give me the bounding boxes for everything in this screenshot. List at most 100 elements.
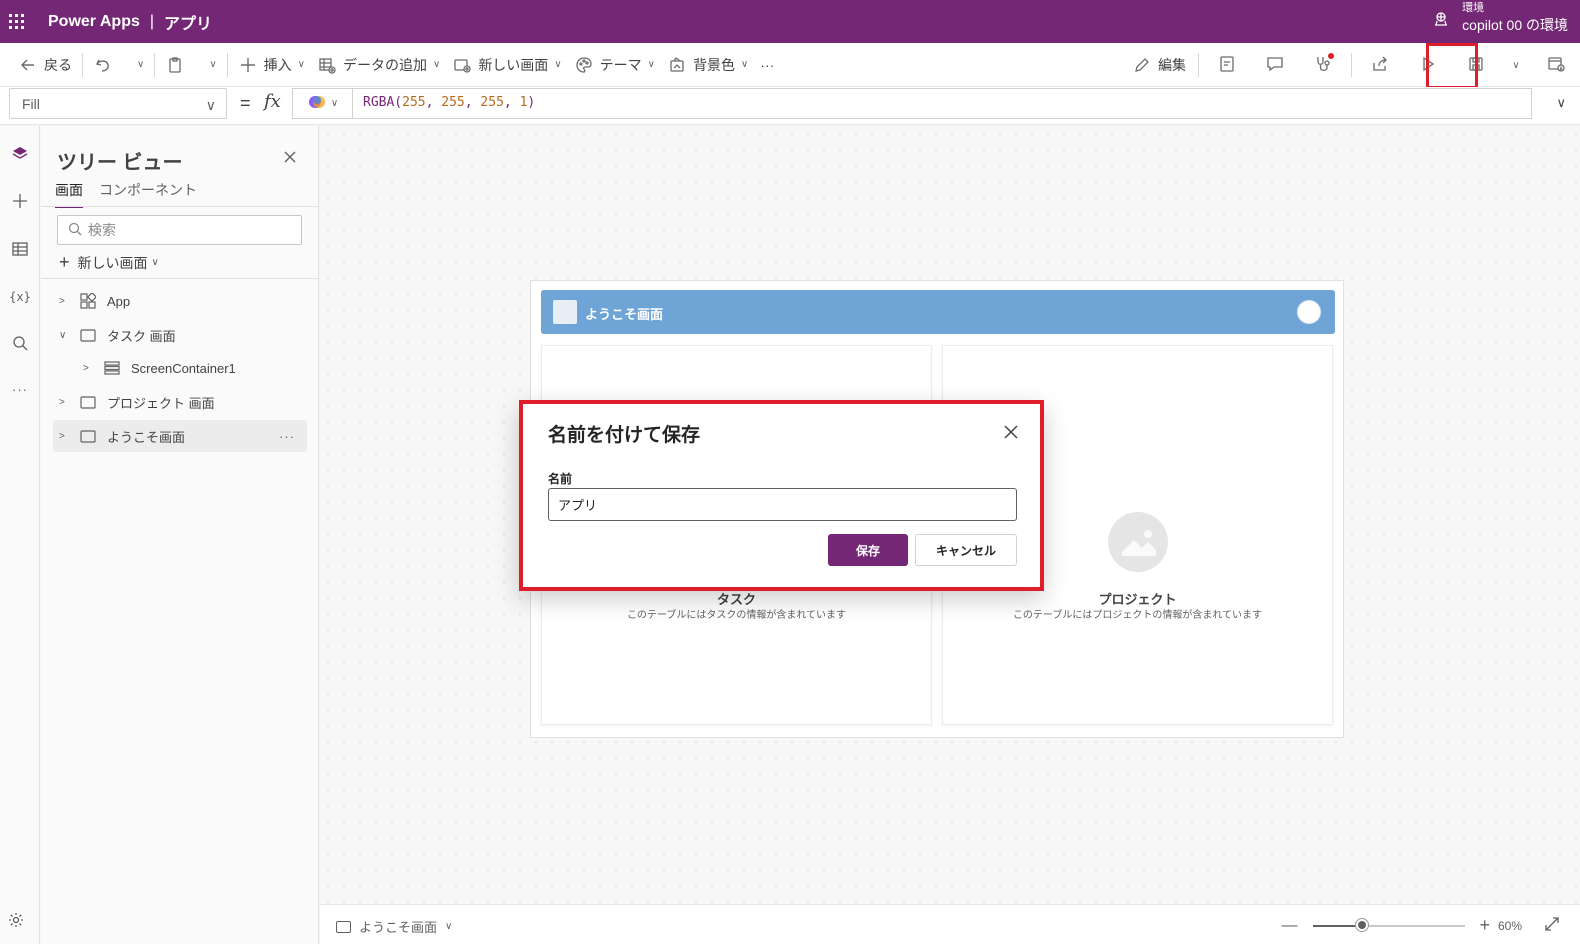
undo-icon <box>93 55 113 75</box>
back-button[interactable]: 戻る <box>12 49 78 81</box>
chevron-down-icon: ∨ <box>740 59 749 70</box>
comments-button[interactable] <box>1251 43 1299 87</box>
add-data-button[interactable]: データの追加 ∨ <box>311 49 446 81</box>
brand-name[interactable]: Power Apps <box>48 13 140 31</box>
paste-button[interactable] <box>159 49 197 81</box>
undo-dropdown[interactable]: ∨ <box>125 49 150 81</box>
edit-button[interactable]: 編集 <box>1126 49 1194 81</box>
command-bar-right: 編集 ∨ <box>1126 43 1580 87</box>
back-arrow-icon <box>18 55 38 75</box>
name-field-label: 名前 <box>548 472 573 486</box>
chevron-down-icon: ∨ <box>137 59 145 70</box>
paste-dropdown[interactable]: ∨ <box>197 49 222 81</box>
more-rail-button[interactable]: ··· <box>0 371 40 407</box>
theme-button[interactable]: テーマ ∨ <box>568 49 661 81</box>
tree-search-input[interactable]: 検索 <box>57 215 302 245</box>
divider <box>82 52 83 77</box>
table-icon <box>12 241 28 260</box>
zoom-out-icon[interactable]: — <box>1281 917 1297 935</box>
formula-input[interactable]: ∨ RGBA(255, 255, 255, 1) <box>292 88 1532 119</box>
more-icon: ··· <box>760 56 775 73</box>
slider-thumb[interactable] <box>1356 918 1369 931</box>
tree-node-screencontainer[interactable]: > ScreenContainer1 <box>53 352 307 384</box>
new-screen-button[interactable]: 新しい画面 ∨ <box>446 49 567 81</box>
health-monitor-button[interactable] <box>1299 43 1347 87</box>
search-rail-button[interactable] <box>0 326 40 362</box>
name-field[interactable] <box>548 488 1017 521</box>
card-description: このテーブルにはプロジェクトの情報が含まれています <box>1012 610 1263 621</box>
image-placeholder-icon <box>553 300 577 324</box>
environment-picker[interactable]: 環境 copilot 00 の環境 <box>1432 2 1568 36</box>
close-icon[interactable] <box>1001 422 1021 442</box>
layers-icon <box>11 144 29 165</box>
back-label: 戻る <box>44 56 72 73</box>
insert-button[interactable]: 挿入 ∨ <box>232 49 311 81</box>
tree-node-task-screen[interactable]: ∨ タスク 画面 <box>53 319 307 351</box>
variables-rail-button[interactable]: {x} <box>0 279 40 315</box>
screen-icon <box>336 920 351 933</box>
edit-label: 編集 <box>1158 57 1186 73</box>
share-button[interactable] <box>1356 43 1404 87</box>
formula-arg: 255 <box>441 95 465 110</box>
insert-rail-button[interactable] <box>0 184 40 220</box>
divider <box>41 206 319 207</box>
chevron-right-icon[interactable]: > <box>59 431 73 442</box>
zoom-in-icon[interactable]: + <box>1479 915 1490 936</box>
search-icon <box>68 222 82 239</box>
search-placeholder: 検索 <box>88 222 116 238</box>
tree-view-rail-button[interactable] <box>0 136 40 172</box>
bottom-bar: ようこそ画面 ∨ — + 60% <box>320 904 1580 944</box>
chevron-down-icon[interactable]: ∨ <box>59 330 73 341</box>
chevron-down-icon: ∨ <box>647 59 655 70</box>
copilot-button[interactable]: ∨ <box>293 89 353 118</box>
plus-icon: + <box>59 252 70 272</box>
screen-selector[interactable]: ようこそ画面 ∨ <box>336 917 452 936</box>
more-commands-button[interactable]: ··· <box>754 49 780 81</box>
app-checker-button[interactable] <box>1203 43 1251 87</box>
save-dropdown[interactable]: ∨ <box>1500 43 1532 87</box>
undo-button[interactable] <box>87 49 125 81</box>
document-icon <box>1218 55 1236 76</box>
copilot-icon <box>307 92 327 115</box>
zoom-slider[interactable] <box>1313 918 1466 934</box>
card-description: このテーブルにはタスクの情報が含まれています <box>626 610 847 621</box>
table-add-icon <box>317 55 337 75</box>
data-rail-button[interactable] <box>0 232 40 268</box>
screen-icon <box>79 328 97 342</box>
settings-gear-icon[interactable] <box>8 912 24 931</box>
screen-header: ようこそ画面 <box>541 290 1335 334</box>
app-name: アプリ <box>164 15 213 33</box>
chevron-right-icon[interactable]: > <box>59 296 73 307</box>
top-bar: Power Apps | アプリ 環境 copilot 00 の環境 <box>0 0 1580 43</box>
tree-node-label: ようこそ画面 <box>107 429 186 445</box>
fit-to-screen-icon[interactable] <box>1544 916 1560 935</box>
tab-components[interactable]: コンポーネント <box>99 180 197 208</box>
tree-node-project-screen[interactable]: > プロジェクト 画面 <box>53 386 307 418</box>
expand-formula-chevron-icon[interactable]: ∨ <box>1556 95 1566 111</box>
publish-button[interactable] <box>1532 43 1580 87</box>
app-launcher-icon[interactable] <box>0 0 32 43</box>
save-button[interactable]: 保存 <box>828 534 908 566</box>
formula-text[interactable]: RGBA(255, 255, 255, 1) <box>363 95 535 110</box>
background-color-button[interactable]: 背景色 ∨ <box>661 49 754 81</box>
insert-label: 挿入 <box>263 56 292 73</box>
more-icon[interactable]: ··· <box>279 429 295 444</box>
tab-screens[interactable]: 画面 <box>55 180 83 208</box>
chevron-right-icon[interactable]: > <box>83 363 97 374</box>
chevron-right-icon[interactable]: > <box>59 397 73 408</box>
image-placeholder-icon <box>1108 512 1168 572</box>
close-icon[interactable] <box>279 146 301 168</box>
tree-node-app[interactable]: > App <box>53 285 307 317</box>
add-data-label: データの追加 <box>342 56 427 73</box>
tree-node-welcome-screen[interactable]: > ようこそ画面 ··· <box>53 420 307 452</box>
chevron-down-icon: ∨ <box>554 59 562 70</box>
tree-node-label: タスク 画面 <box>107 328 176 344</box>
theme-label: テーマ <box>599 56 642 73</box>
container-icon <box>103 361 121 375</box>
property-dropdown[interactable]: Fill ∨ <box>9 88 227 119</box>
cancel-button[interactable]: キャンセル <box>915 534 1017 566</box>
new-screen-tree-button[interactable]: + 新しい画面 ∨ <box>59 252 159 273</box>
divider <box>1351 53 1352 77</box>
new-screen-label: 新しい画面 <box>478 56 549 73</box>
chevron-down-icon: ∨ <box>151 257 159 268</box>
